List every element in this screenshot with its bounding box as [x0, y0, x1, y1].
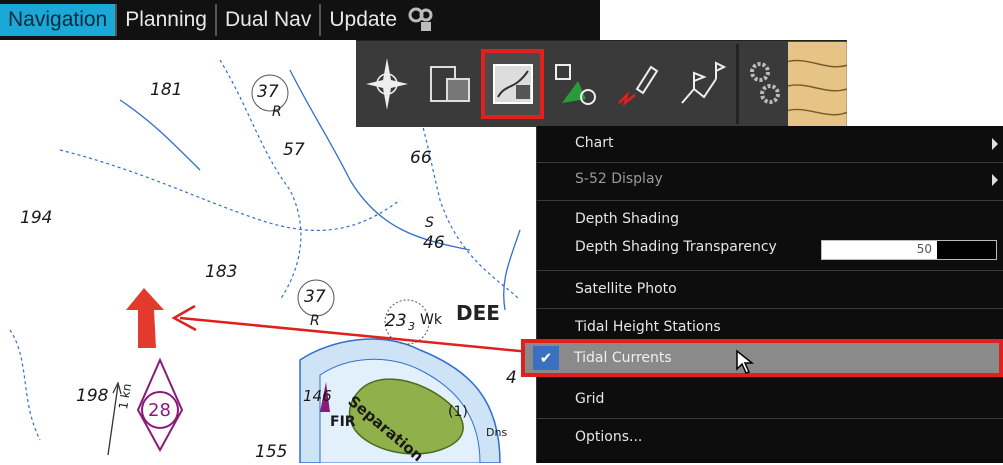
depth-sounding: 37 [257, 82, 279, 102]
menu-item-label: Depth Shading [575, 211, 679, 227]
depth-sounding: 155 [255, 442, 288, 462]
depth-sounding: 198 [76, 386, 109, 406]
tab-update[interactable]: Update [321, 4, 405, 36]
menu-item-label: Depth Shading Transparency [575, 239, 777, 255]
menu-divider [537, 200, 1003, 201]
menu-item-label: Satellite Photo [575, 281, 677, 297]
menu-item-label: Tidal Currents [574, 350, 672, 366]
vessel-track-icon[interactable] [607, 49, 670, 119]
menu-item-chart[interactable]: Chart [537, 126, 1003, 162]
menu-item-label: S-52 Display [575, 171, 663, 187]
depth-sounding: 3 [408, 320, 415, 333]
depth-sounding: 66 [410, 148, 432, 168]
depth-sounding: 194 [20, 208, 53, 228]
mouse-cursor-icon [736, 349, 755, 374]
gears-icon[interactable] [743, 49, 786, 119]
chart-annotation: Dns [486, 426, 508, 439]
menu-item-label: Tidal Height Stations [575, 319, 721, 335]
depth-sounding: 46 [423, 233, 445, 253]
menu-item-label: Options... [575, 429, 643, 445]
seabed-label: S [425, 215, 434, 231]
menu-item-grid[interactable]: Grid [537, 382, 1003, 418]
wreck-label: Wk [420, 312, 442, 328]
depth-sounding: 23 [385, 311, 407, 331]
chart-toolbar [356, 40, 848, 127]
menu-item-satellite-photo[interactable]: Satellite Photo [537, 272, 1003, 308]
depth-sounding: 57 [283, 140, 305, 160]
settings-lock-icon[interactable] [405, 4, 437, 36]
seabed-label: R [272, 104, 282, 120]
compass-rose-icon[interactable] [356, 49, 419, 119]
menu-item-tidal-currents[interactable]: Tidal Currents [521, 339, 1003, 377]
tidal-diamond-label: 28 [148, 400, 171, 421]
main-tab-bar: Navigation Planning Dual Nav Update [0, 0, 600, 40]
menu-divider [537, 418, 1003, 419]
chart-display-menu: Chart S-52 Display Depth Shading Depth S… [536, 126, 1003, 463]
menu-item-options[interactable]: Options... [537, 420, 1003, 456]
tab-planning[interactable]: Planning [117, 4, 217, 36]
depth-sounding: 146 [303, 387, 332, 405]
chart-documents-icon[interactable] [419, 49, 482, 119]
depth-sounding: 181 [150, 80, 183, 100]
menu-divider [537, 270, 1003, 271]
seabed-label: R [310, 313, 320, 329]
menu-item-s52-display[interactable]: S-52 Display [537, 162, 1003, 198]
menu-divider [537, 308, 1003, 309]
waypoint-tool-icon[interactable] [544, 49, 607, 119]
menu-item-label: Chart [575, 135, 614, 151]
submenu-arrow-icon [992, 174, 998, 186]
slider-value: 50 [916, 242, 932, 256]
chart-display-icon[interactable] [481, 49, 545, 119]
submenu-arrow-icon [992, 138, 998, 150]
depth-sounding: 37 [304, 287, 326, 307]
toolbar-divider [736, 44, 740, 124]
route-flags-icon[interactable] [670, 49, 733, 119]
chart-preview-strip [788, 41, 848, 127]
chart-annotation: (1) [448, 404, 468, 420]
menu-item-depth-shading-transparency[interactable]: Depth Shading Transparency 50 [537, 230, 1003, 266]
transparency-slider[interactable]: 50 [821, 240, 997, 260]
depth-sounding: 183 [205, 262, 238, 282]
light-label: FIR [330, 414, 356, 430]
area-name-label: DEE [456, 301, 500, 325]
depth-sounding: 4 [506, 368, 517, 388]
menu-item-label: Grid [575, 391, 605, 407]
checkbox-checked-icon[interactable]: ✔ [533, 346, 559, 370]
tab-navigation[interactable]: Navigation [0, 4, 118, 36]
tab-dual-nav[interactable]: Dual Nav [217, 4, 322, 36]
